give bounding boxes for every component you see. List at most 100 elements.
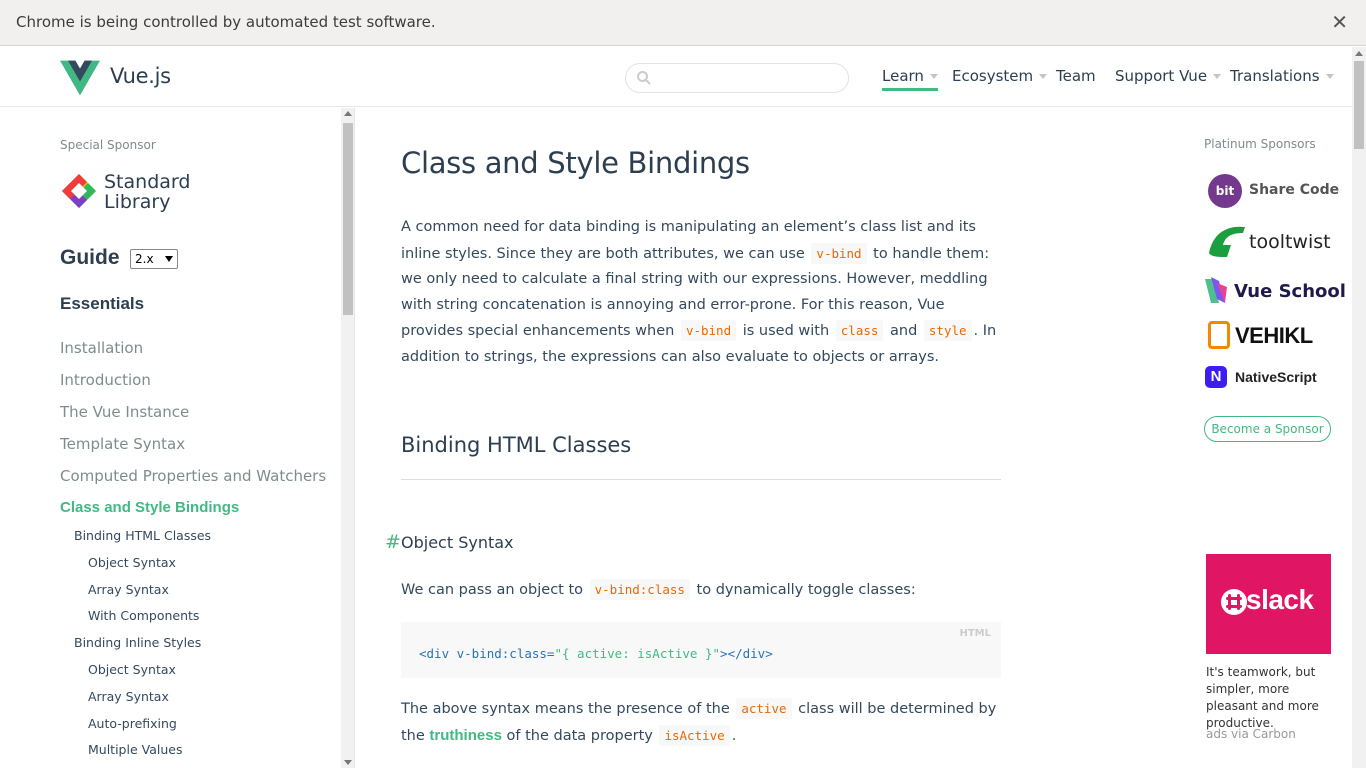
- truthiness-paragraph: The above syntax means the presence of t…: [401, 696, 1006, 749]
- nav-support-vue[interactable]: Support Vue: [1115, 67, 1222, 85]
- standard-library-name[interactable]: Standard Library: [104, 172, 190, 212]
- sponsor-tooltwist[interactable]: tooltwist: [1205, 223, 1331, 259]
- paragraph-text: to dynamically toggle classes:: [691, 582, 916, 598]
- page-scroll-thumb[interactable]: [1354, 61, 1364, 149]
- intro-text: and: [885, 323, 922, 339]
- sidebar-subitem-multiple-values[interactable]: Multiple Values: [88, 742, 182, 757]
- section-heading: Binding HTML Classes: [401, 433, 632, 457]
- intro-text: is used with: [738, 323, 834, 339]
- scroll-up-icon[interactable]: [1355, 51, 1363, 56]
- sponsor-vue-school[interactable]: Vue School: [1205, 273, 1346, 309]
- platinum-sponsors-label: Platinum Sponsors: [1204, 137, 1316, 151]
- code-block: HTML <div v-bind:class="{ active: isActi…: [401, 622, 1001, 678]
- chevron-down-icon: [165, 256, 173, 262]
- brand-name[interactable]: Vue.js: [110, 64, 171, 88]
- nav-team[interactable]: Team: [1056, 67, 1096, 85]
- code-line: <div v-bind:class="{ active: isActive }"…: [419, 646, 773, 661]
- main-content: Class and Style Bindings A common need f…: [356, 108, 1176, 768]
- sidebar-item-introduction[interactable]: Introduction: [60, 371, 151, 389]
- chevron-down-icon: [1039, 74, 1048, 79]
- sidebar-subitem-auto-prefixing[interactable]: Auto-prefixing: [88, 716, 177, 731]
- nav-ecosystem[interactable]: Ecosystem: [952, 67, 1048, 85]
- search-box[interactable]: [625, 63, 849, 93]
- anchor-link[interactable]: #: [385, 531, 401, 553]
- bit-badge-icon: bit: [1208, 174, 1242, 208]
- sidebar-item-template-syntax[interactable]: Template Syntax: [60, 435, 185, 453]
- slack-logo-icon: [1221, 589, 1247, 615]
- code-tag: <div v-bind:class=: [419, 646, 555, 661]
- version-value: 2.x: [135, 252, 154, 266]
- scroll-up-icon[interactable]: [344, 111, 352, 116]
- page: Vue.js Learn Ecosystem Team Support Vue …: [0, 47, 1366, 768]
- vue-school-logo-icon: [1205, 277, 1227, 303]
- scroll-down-icon[interactable]: [344, 760, 352, 765]
- sidebar-scrollbar[interactable]: [341, 108, 355, 768]
- carbon-ad-text[interactable]: It's teamwork, but simpler, more pleasan…: [1206, 664, 1336, 732]
- code-lang-label: HTML: [959, 628, 991, 639]
- sponsor-name: Vue School: [1234, 281, 1346, 302]
- paragraph-text: .: [731, 727, 737, 744]
- nav-learn-label: Learn: [882, 67, 924, 85]
- chevron-down-icon: [1213, 74, 1222, 79]
- paragraph-text: We can pass an object to: [401, 582, 588, 598]
- truthiness-link[interactable]: truthiness: [429, 727, 502, 744]
- code-tag: ></div>: [720, 646, 773, 661]
- slack-wordmark: slack: [1246, 584, 1314, 615]
- sponsor-nativescript[interactable]: N NativeScript: [1205, 361, 1330, 397]
- guide-title: Guide: [60, 246, 120, 269]
- sidebar-subitem-array-syntax[interactable]: Array Syntax: [88, 582, 169, 597]
- paragraph-text: of the data property: [501, 727, 658, 744]
- inline-code: active: [736, 698, 792, 719]
- sponsor-bit[interactable]: bit Share Code: [1205, 173, 1339, 209]
- inline-code: v-bind: [680, 320, 737, 341]
- sidebar-item-computed-properties[interactable]: Computed Properties and Watchers: [60, 467, 326, 485]
- inline-code: class: [835, 320, 884, 341]
- section-essentials: Essentials: [60, 294, 145, 313]
- automation-infobar: Chrome is being controlled by automated …: [0, 0, 1366, 46]
- nav-learn[interactable]: Learn: [882, 67, 938, 91]
- sponsor-name: VEHIKL: [1235, 323, 1313, 348]
- nav-ecosystem-label: Ecosystem: [952, 67, 1034, 85]
- sidebar-subitem-binding-html-classes[interactable]: Binding HTML Classes: [74, 528, 211, 543]
- sidebar-item-class-style-bindings[interactable]: Class and Style Bindings: [60, 499, 239, 516]
- sponsor-vehikl[interactable]: VEHIKL: [1205, 317, 1330, 353]
- sidebar-subitem-object-syntax[interactable]: Object Syntax: [88, 555, 176, 570]
- sponsor-name: tooltwist: [1249, 231, 1331, 253]
- inline-code: style: [923, 320, 972, 341]
- search-icon: [637, 71, 651, 85]
- infobar-message: Chrome is being controlled by automated …: [16, 13, 436, 31]
- inline-code: isActive: [659, 724, 730, 746]
- become-sponsor-button[interactable]: Become a Sponsor: [1204, 416, 1331, 442]
- sidebar-subitem-style-array-syntax[interactable]: Array Syntax: [88, 689, 169, 704]
- nativescript-logo-icon: N: [1205, 366, 1227, 388]
- vue-logo-icon[interactable]: [60, 60, 100, 96]
- nav-team-label: Team: [1056, 67, 1096, 85]
- section-divider: [401, 479, 1001, 480]
- sponsor-name-line-1: Standard: [104, 171, 191, 193]
- sidebar-subitem-with-components[interactable]: With Components: [88, 608, 199, 623]
- nav-support-vue-label: Support Vue: [1115, 67, 1208, 85]
- sidebar: Special Sponsor Standard Library Guide 2…: [0, 108, 340, 768]
- close-icon[interactable]: ✕: [1331, 10, 1348, 34]
- carbon-attribution[interactable]: ads via Carbon: [1206, 727, 1296, 741]
- object-syntax-paragraph: We can pass an object to v-bind:class to…: [401, 577, 1006, 604]
- search-input[interactable]: [658, 68, 838, 88]
- sidebar-scroll-thumb[interactable]: [343, 123, 353, 315]
- intro-paragraph: A common need for data binding is manipu…: [401, 215, 1006, 370]
- paragraph-text: The above syntax means the presence of t…: [401, 701, 735, 717]
- sidebar-subitem-binding-inline-styles[interactable]: Binding Inline Styles: [74, 635, 201, 650]
- inline-code: v-bind:class: [589, 579, 690, 600]
- sidebar-item-vue-instance[interactable]: The Vue Instance: [60, 403, 189, 421]
- sidebar-subitem-style-object-syntax[interactable]: Object Syntax: [88, 662, 176, 677]
- nav-translations[interactable]: Translations: [1230, 67, 1334, 85]
- chevron-down-icon: [929, 74, 938, 79]
- standard-library-logo-icon[interactable]: [60, 172, 98, 210]
- page-scrollbar[interactable]: [1352, 47, 1366, 768]
- carbon-ad-image[interactable]: slack: [1206, 554, 1331, 654]
- tooltwist-logo-icon: [1209, 226, 1245, 257]
- nav-translations-label: Translations: [1230, 67, 1320, 85]
- version-select[interactable]: 2.x: [130, 249, 178, 269]
- inline-code: v-bind: [811, 242, 867, 264]
- code-string: "{ active: isActive }": [554, 646, 721, 661]
- sidebar-item-installation[interactable]: Installation: [60, 339, 143, 357]
